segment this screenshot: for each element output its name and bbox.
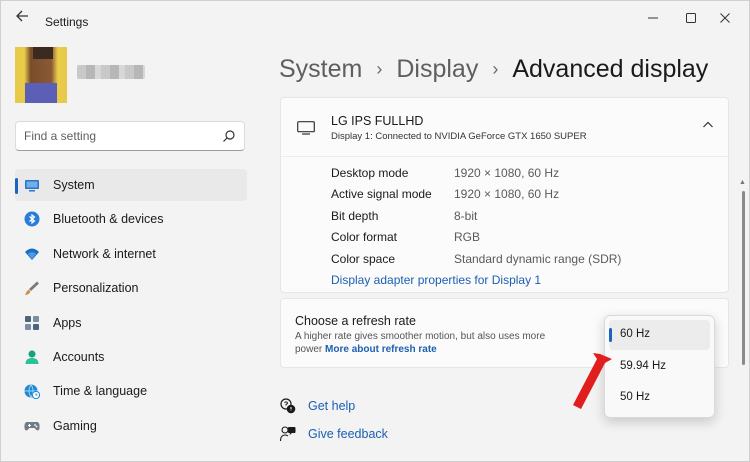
sidebar-item-time-language[interactable]: Time & language: [15, 375, 247, 407]
accounts-icon: [25, 350, 39, 364]
get-help-link[interactable]: Get help: [308, 399, 355, 413]
page-title: Advanced display: [512, 54, 709, 83]
refresh-rate-description: A higher rate gives smoother motion, but…: [295, 330, 585, 356]
profile-name-blurred: [77, 65, 145, 79]
refresh-rate-dropdown[interactable]: 60 Hz 59.94 Hz 50 Hz: [604, 315, 715, 418]
apps-icon: [25, 315, 39, 330]
display-name: LG IPS FULLHD: [331, 114, 424, 128]
more-about-refresh-rate-link[interactable]: More about refresh rate: [325, 344, 437, 355]
sidebar-item-bluetooth[interactable]: Bluetooth & devices: [15, 203, 247, 235]
info-value: 8-bit: [454, 209, 478, 223]
refresh-desc-line2: power: [295, 344, 323, 355]
sidebar-item-gaming[interactable]: Gaming: [15, 410, 247, 442]
sidebar-item-system[interactable]: System: [15, 169, 247, 201]
info-value: 1920 × 1080, 60 Hz: [454, 166, 560, 180]
breadcrumb: System › Display › Advanced display: [279, 51, 708, 87]
breadcrumb-system[interactable]: System: [279, 55, 362, 84]
dropdown-option-59-94hz[interactable]: 59.94 Hz: [609, 352, 710, 382]
red-arrow-annotation: [573, 353, 612, 409]
info-value: Standard dynamic range (SDR): [454, 252, 622, 266]
brush-icon: [25, 281, 39, 296]
refresh-desc-line1: A higher rate gives smoother motion, but…: [295, 331, 546, 342]
display-info-card: LG IPS FULLHD Display 1: Connected to NV…: [280, 97, 729, 293]
info-label: Color space: [331, 252, 396, 266]
dropdown-option-label: 50 Hz: [620, 391, 651, 403]
dropdown-option-label: 60 Hz: [620, 328, 651, 340]
sidebar-item-label: Network & internet: [53, 246, 156, 261]
sidebar-item-network[interactable]: Network & internet: [15, 238, 247, 270]
dropdown-option-50hz[interactable]: 50 Hz: [609, 383, 710, 413]
settings-window: Settings System: [0, 0, 750, 462]
sidebar-item-label: Apps: [53, 315, 82, 330]
info-value: RGB: [454, 230, 481, 244]
dropdown-option-60hz[interactable]: 60 Hz: [609, 320, 710, 350]
chevron-up-icon[interactable]: [702, 120, 714, 130]
search-input[interactable]: [24, 127, 214, 145]
sidebar-item-label: Bluetooth & devices: [53, 212, 164, 227]
breadcrumb-display[interactable]: Display: [396, 55, 478, 84]
bluetooth-icon: [24, 211, 40, 227]
info-label: Bit depth: [331, 209, 379, 223]
gamepad-icon: [24, 421, 40, 431]
sidebar-item-label: Personalization: [53, 281, 139, 296]
breadcrumb-separator: ›: [376, 58, 383, 79]
display-subtitle: Display 1: Connected to NVIDIA GeForce G…: [331, 131, 587, 142]
info-label: Desktop mode: [331, 166, 409, 180]
help-icon: [280, 398, 296, 414]
divider: [281, 156, 728, 157]
sidebar-item-label: Time & language: [53, 384, 148, 399]
scroll-up-icon[interactable]: ▲: [739, 179, 746, 186]
sidebar-item-personalization[interactable]: Personalization: [15, 272, 247, 304]
avatar[interactable]: [15, 47, 67, 103]
refresh-rate-title: Choose a refresh rate: [295, 314, 416, 328]
search-box[interactable]: [15, 121, 245, 151]
dropdown-option-label: 59.94 Hz: [620, 360, 667, 372]
sidebar-item-accounts[interactable]: Accounts: [15, 341, 247, 373]
sidebar-item-label: Accounts: [53, 349, 105, 364]
scrollbar[interactable]: [742, 191, 745, 365]
wifi-icon: [25, 248, 39, 260]
monitor-icon: [297, 121, 315, 135]
title-bar: Settings: [1, 1, 749, 33]
info-label: Active signal mode: [331, 187, 432, 201]
back-arrow-icon[interactable]: [11, 9, 33, 27]
info-label: Color format: [331, 230, 398, 244]
feedback-icon: [280, 426, 296, 442]
sidebar-nav: System Bluetooth & devices Network & int…: [15, 169, 247, 444]
search-icon: [223, 130, 235, 142]
globe-clock-icon: [24, 384, 40, 400]
system-icon: [25, 180, 39, 192]
window-title: Settings: [45, 15, 89, 29]
sidebar-item-label: System: [53, 178, 95, 192]
display-adapter-properties-link[interactable]: Display adapter properties for Display 1: [331, 273, 541, 287]
sidebar-item-label: Gaming: [53, 418, 97, 433]
info-value: 1920 × 1080, 60 Hz: [454, 187, 560, 201]
close-button[interactable]: [705, 5, 745, 29]
sidebar-item-apps[interactable]: Apps: [15, 307, 247, 339]
breadcrumb-separator: ›: [492, 58, 499, 79]
minimize-button[interactable]: [633, 5, 673, 29]
give-feedback-link[interactable]: Give feedback: [308, 427, 388, 441]
